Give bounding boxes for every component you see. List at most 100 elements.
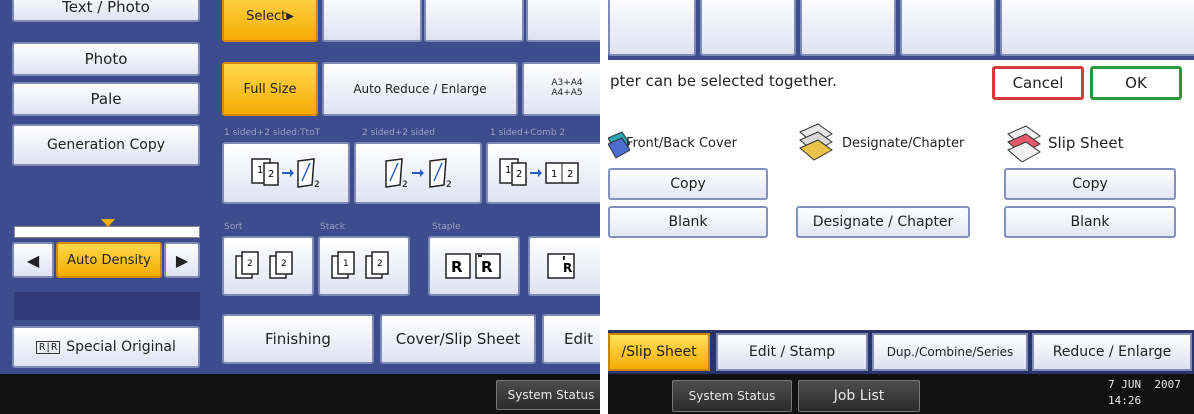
svg-text:2: 2 <box>377 259 383 269</box>
staple-label: Staple <box>432 222 461 232</box>
svg-text:R: R <box>481 258 493 276</box>
job-list-label: Job List <box>833 388 885 404</box>
reduce-enlarge-tab[interactable]: Reduce / Enlarge <box>1032 333 1192 371</box>
dialog-message: pter can be selected together. <box>610 72 837 90</box>
edit-stamp-tab[interactable]: Edit / Stamp <box>716 333 868 371</box>
top-button-1[interactable] <box>608 0 696 56</box>
svg-text:1: 1 <box>551 169 557 180</box>
edit-tab-label: Edit <box>564 330 594 348</box>
pale-button[interactable]: Pale <box>12 82 200 116</box>
paper-tray-button-1[interactable] <box>322 0 422 42</box>
duplex-label-1: 1 sided+2 sided:TtoT <box>224 128 321 138</box>
reduce-enlarge-tab-label: Reduce / Enlarge <box>1052 344 1172 360</box>
cover-slip-sheet-tab[interactable]: Cover/Slip Sheet <box>380 314 536 364</box>
slip-sheet-icon <box>1007 125 1041 162</box>
text-photo-label: Text / Photo <box>62 0 150 16</box>
slip-copy-button[interactable]: Copy <box>1004 168 1176 200</box>
top-button-3[interactable] <box>800 0 896 56</box>
cover-slip-sheet-tab-right[interactable]: /Slip Sheet <box>608 333 710 371</box>
density-darker-button[interactable]: ▶ <box>164 242 200 278</box>
one-to-two-sided-icon: 1 2 2 <box>251 158 320 190</box>
cover-copy-button[interactable]: Copy <box>608 168 768 200</box>
ok-label: OK <box>1125 74 1147 92</box>
svg-text:2: 2 <box>247 259 253 269</box>
job-list-button[interactable]: Job List <box>798 380 920 412</box>
stack-icon: 1 2 <box>331 251 389 279</box>
cover-copy-label: Copy <box>670 176 706 192</box>
cancel-button[interactable]: Cancel <box>992 66 1084 100</box>
duplex-label-2: 2 sided+2 sided <box>362 128 436 138</box>
screen-divider <box>600 0 608 414</box>
paper-size-preset-label: A3+A4 A4+A5 <box>551 78 583 98</box>
paper-tray-button-2[interactable] <box>424 0 524 42</box>
svg-text:R: R <box>451 258 463 276</box>
photo-button[interactable]: Photo <box>12 42 200 76</box>
duplex-2to2-button[interactable]: 2 2 <box>354 142 482 204</box>
front-back-cover-title: Front/Back Cover <box>626 136 738 151</box>
staple-position-button[interactable]: R <box>528 236 600 296</box>
svg-text:1: 1 <box>343 259 349 269</box>
paper-tray-button-3[interactable] <box>526 0 600 42</box>
right-status-bar: System Status Job List 7 JUN 2007 14:26 <box>608 374 1194 414</box>
svg-text:2: 2 <box>281 259 287 269</box>
select-button[interactable]: Select ▶ <box>222 0 318 42</box>
finishing-tab[interactable]: Finishing <box>222 314 374 364</box>
stack-label: Stack <box>320 222 345 232</box>
density-indicator-icon <box>101 219 115 227</box>
density-lighter-button[interactable]: ◀ <box>12 242 54 278</box>
special-original-label: Special Original <box>66 339 176 355</box>
special-original-button[interactable]: R|R Special Original <box>12 326 200 368</box>
dup-combine-series-tab[interactable]: Dup./Combine/Series <box>872 333 1028 371</box>
top-button-2[interactable] <box>700 0 796 56</box>
system-status-button-left[interactable]: System Status <box>496 380 600 410</box>
full-size-button[interactable]: Full Size <box>222 62 318 116</box>
special-original-icon: R|R <box>36 340 61 354</box>
designate-chapter-button[interactable]: Designate / Chapter <box>796 206 970 238</box>
duplex-label-3: 1 sided+Comb 2 <box>490 128 566 138</box>
pale-label: Pale <box>90 90 122 108</box>
cover-blank-label: Blank <box>668 214 708 230</box>
staple-button[interactable]: R R <box>428 236 520 296</box>
paper-size-preset-button[interactable]: A3+A4 A4+A5 <box>522 62 600 116</box>
system-status-label-right: System Status <box>688 389 776 403</box>
dup-combine-series-tab-label: Dup./Combine/Series <box>886 345 1014 359</box>
svg-text:2: 2 <box>268 169 274 180</box>
duplex-combine-button[interactable]: 1 2 1 2 <box>486 142 600 204</box>
generation-copy-button[interactable]: Generation Copy <box>12 124 200 166</box>
dialog-content: pter can be selected together. Cancel OK… <box>608 60 1194 330</box>
auto-density-label: Auto Density <box>67 252 151 268</box>
top-button-5[interactable] <box>1000 0 1194 56</box>
ok-button[interactable]: OK <box>1090 66 1182 100</box>
duplex-1to2-button[interactable]: 1 2 2 <box>222 142 350 204</box>
photo-label: Photo <box>84 50 128 68</box>
cover-blank-button[interactable]: Blank <box>608 206 768 238</box>
text-photo-button[interactable]: Text / Photo <box>12 0 200 22</box>
designate-chapter-title: Designate/Chapter <box>842 136 965 151</box>
system-status-button-right[interactable]: System Status <box>672 380 792 412</box>
cover-slip-sheet-tab-label: Cover/Slip Sheet <box>395 330 521 348</box>
svg-text:R: R <box>563 261 572 275</box>
auto-reduce-enlarge-button[interactable]: Auto Reduce / Enlarge <box>322 62 518 116</box>
time-display: 14:26 <box>1108 394 1142 407</box>
blank-slot <box>14 292 200 320</box>
svg-text:2: 2 <box>446 180 452 190</box>
cancel-label: Cancel <box>1012 74 1064 92</box>
svg-text:2: 2 <box>516 169 522 180</box>
left-screen: Text / Photo Photo Pale Generation Copy … <box>0 0 600 414</box>
select-label: Select <box>246 8 287 24</box>
system-status-label-left: System Status <box>507 388 595 402</box>
designate-chapter-label: Designate / Chapter <box>812 214 954 230</box>
slip-sheet-title: Slip Sheet <box>1048 134 1124 152</box>
top-button-4[interactable] <box>900 0 996 56</box>
auto-reduce-enlarge-label: Auto Reduce / Enlarge <box>353 82 487 96</box>
edit-stamp-tab-label: Edit / Stamp <box>748 344 836 360</box>
generation-copy-label: Generation Copy <box>46 137 166 153</box>
left-status-bar: System Status <box>0 374 600 414</box>
staple-position-icon: R <box>547 253 575 279</box>
auto-density-button[interactable]: Auto Density <box>56 242 162 278</box>
stack-button[interactable]: 1 2 <box>318 236 410 296</box>
sort-button[interactable]: 2 2 <box>222 236 314 296</box>
slip-blank-button[interactable]: Blank <box>1004 206 1176 238</box>
edit-tab[interactable]: Edit <box>542 314 600 364</box>
date-display: 7 JUN 2007 <box>1108 378 1181 391</box>
